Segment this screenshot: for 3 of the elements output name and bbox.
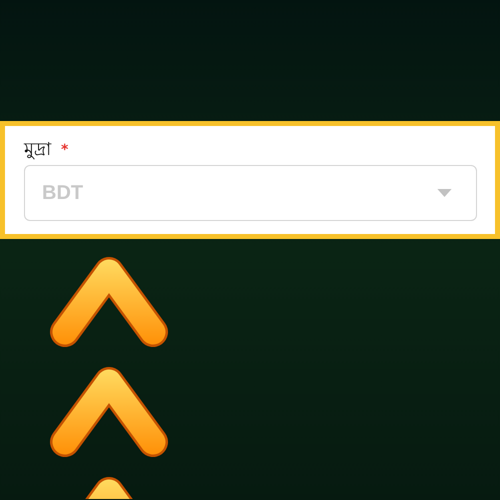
field-label: মুদ্রা xyxy=(24,138,51,162)
caret-icon xyxy=(437,189,452,197)
required-mark: * xyxy=(61,142,68,158)
